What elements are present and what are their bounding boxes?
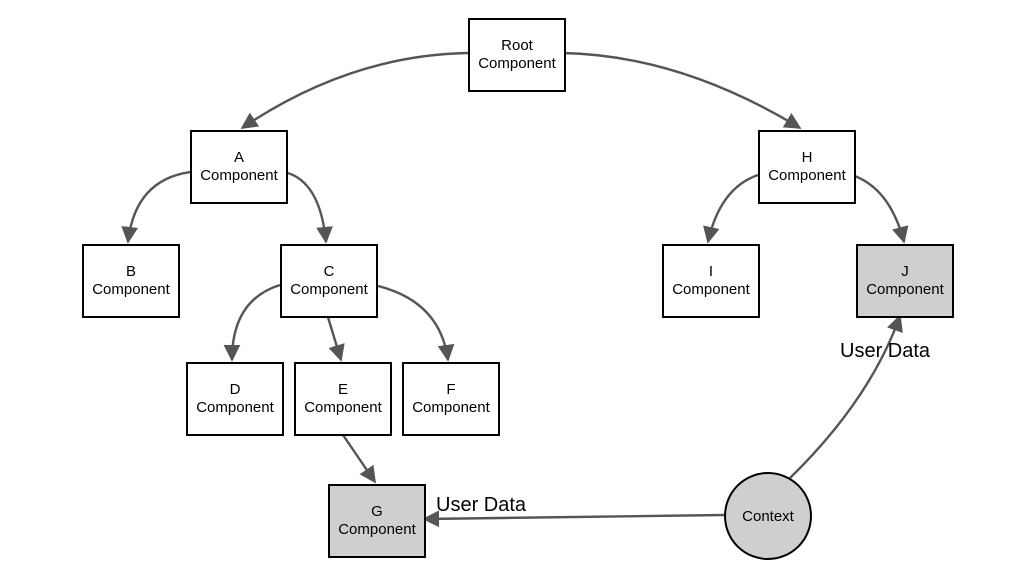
node-f-line1: F bbox=[446, 381, 455, 399]
edge-root-a bbox=[242, 53, 468, 128]
node-i-line1: I bbox=[709, 263, 713, 281]
label-user-data-right: User Data bbox=[840, 340, 930, 363]
node-d: D Component bbox=[186, 362, 284, 436]
node-c: C Component bbox=[280, 244, 378, 318]
node-g-line2: Component bbox=[338, 521, 416, 539]
label-user-data-left: User Data bbox=[436, 494, 526, 517]
node-c-line2: Component bbox=[290, 281, 368, 299]
node-e: E Component bbox=[294, 362, 392, 436]
node-e-line2: Component bbox=[304, 399, 382, 417]
edge-e-g bbox=[341, 432, 375, 482]
node-f-line2: Component bbox=[412, 399, 490, 417]
node-root: Root Component bbox=[468, 18, 566, 92]
edge-a-c bbox=[284, 172, 326, 242]
node-h-line2: Component bbox=[768, 167, 846, 185]
node-d-line2: Component bbox=[196, 399, 274, 417]
node-f: F Component bbox=[402, 362, 500, 436]
node-c-line1: C bbox=[324, 263, 335, 281]
node-j: J Component bbox=[856, 244, 954, 318]
node-context-label: Context bbox=[742, 508, 794, 525]
node-h: H Component bbox=[758, 130, 856, 204]
node-e-line1: E bbox=[338, 381, 348, 399]
node-a-line2: Component bbox=[200, 167, 278, 185]
edge-c-d bbox=[232, 285, 280, 360]
node-a-line1: A bbox=[234, 149, 244, 167]
edge-root-h bbox=[562, 53, 800, 128]
node-j-line2: Component bbox=[866, 281, 944, 299]
node-i: I Component bbox=[662, 244, 760, 318]
node-g-line1: G bbox=[371, 503, 383, 521]
diagram-canvas: Root Component A Component H Component B… bbox=[0, 0, 1024, 582]
node-d-line1: D bbox=[230, 381, 241, 399]
node-context: Context bbox=[724, 472, 812, 560]
node-root-line2: Component bbox=[478, 55, 556, 73]
node-b-line1: B bbox=[126, 263, 136, 281]
node-g: G Component bbox=[328, 484, 426, 558]
node-j-line1: J bbox=[901, 263, 909, 281]
node-b-line2: Component bbox=[92, 281, 170, 299]
edge-a-b bbox=[128, 172, 190, 242]
node-root-line1: Root bbox=[501, 37, 533, 55]
edge-c-e bbox=[327, 314, 341, 360]
node-a: A Component bbox=[190, 130, 288, 204]
edge-h-i bbox=[708, 175, 758, 242]
node-h-line1: H bbox=[802, 149, 813, 167]
edge-c-f bbox=[374, 285, 448, 360]
node-i-line2: Component bbox=[672, 281, 750, 299]
edge-h-j bbox=[852, 175, 904, 242]
node-b: B Component bbox=[82, 244, 180, 318]
